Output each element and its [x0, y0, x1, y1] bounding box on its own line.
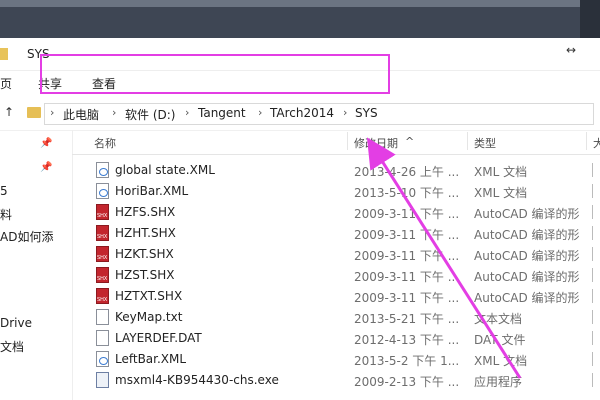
breadcrumb-this-pc[interactable]: 此电脑: [63, 106, 99, 123]
shx-file-icon: [96, 267, 109, 283]
file-row[interactable]: HZHT.SHX 2009-3-11 下午 ... AutoCAD 编译的形: [0, 223, 600, 244]
xml-file-icon: [96, 183, 109, 199]
file-size-cell: [592, 331, 599, 345]
desktop-strip: [0, 0, 600, 7]
shx-file-icon: [96, 225, 109, 241]
address-highlight-box: [40, 54, 390, 94]
file-date: 2009-3-11 下午 ...: [354, 270, 460, 284]
file-type: DAT 文件: [474, 333, 526, 347]
desktop-edge: [580, 0, 600, 38]
tab-home-partial[interactable]: 页: [0, 75, 12, 92]
file-size-cell: [592, 247, 599, 261]
breadcrumb-chevron-icon[interactable]: ›: [50, 106, 54, 119]
file-size-cell: [592, 352, 599, 366]
folder-app-icon: [0, 48, 8, 60]
file-row[interactable]: LeftBar.XML 2013-5-2 下午 1... XML 文档: [0, 349, 600, 370]
file-type: 文本文档: [474, 312, 523, 326]
breadcrumb-chevron-icon[interactable]: ›: [343, 106, 347, 119]
file-row[interactable]: HoriBar.XML 2013-5-10 下午 ... XML 文档: [0, 181, 600, 202]
file-row[interactable]: HZTXT.SHX 2009-3-11 下午 ... AutoCAD 编译的形: [0, 286, 600, 307]
file-size-cell: [592, 184, 599, 198]
file-date: 2013-5-2 下午 1...: [354, 354, 460, 368]
file-row[interactable]: msxml4-KB954430-chs.exe 2009-2-13 下午 ... 应…: [0, 370, 600, 391]
file-row[interactable]: KeyMap.txt 2013-5-21 下午 ... 文本文档: [0, 307, 600, 328]
file-date: 2009-3-11 下午 ...: [354, 228, 460, 242]
breadcrumb-chevron-icon[interactable]: ›: [185, 106, 189, 119]
file-size-cell: [592, 289, 599, 303]
file-name: HZST.SHX: [115, 268, 175, 282]
file-date: 2013-5-10 下午 ...: [354, 186, 460, 200]
file-name: global state.XML: [115, 163, 215, 177]
file-size-cell: [592, 205, 599, 219]
file-size-cell: [592, 310, 599, 324]
file-name: HZKT.SHX: [115, 247, 174, 261]
column-header-row: 名称 ^ 修改日期 类型 大: [72, 130, 600, 155]
breadcrumb-tarch2014[interactable]: TArch2014: [270, 106, 334, 120]
file-date: 2012-4-13 下午 ...: [354, 333, 460, 347]
address-row: ↑ › 此电脑 › 软件 (D:) › Tangent › TArch2014 …: [0, 96, 600, 131]
file-type: XML 文档: [474, 165, 528, 179]
breadcrumb-chevron-icon[interactable]: ›: [112, 106, 116, 119]
file-date: 2013-5-21 下午 ...: [354, 312, 460, 326]
breadcrumb-tangent[interactable]: Tangent: [198, 106, 246, 120]
file-name: HZHT.SHX: [115, 226, 176, 240]
column-header-type[interactable]: 类型: [474, 135, 496, 151]
file-size-cell: [592, 226, 599, 240]
file-row[interactable]: LAYERDEF.DAT 2012-4-13 下午 ... DAT 文件: [0, 328, 600, 349]
file-name: LAYERDEF.DAT: [115, 331, 202, 345]
file-row[interactable]: HZFS.SHX 2009-3-11 下午 ... AutoCAD 编译的形: [0, 202, 600, 223]
file-date: 2009-3-11 下午 ...: [354, 207, 460, 221]
column-header-name[interactable]: 名称: [94, 135, 116, 151]
breadcrumb-drive-d[interactable]: 软件 (D:): [125, 106, 175, 123]
file-name: HZFS.SHX: [115, 205, 176, 219]
resize-arrows-icon[interactable]: ↔: [566, 43, 576, 57]
file-name: LeftBar.XML: [115, 352, 187, 366]
up-arrow-icon[interactable]: ↑: [4, 105, 14, 119]
shx-file-icon: [96, 288, 109, 304]
column-header-date[interactable]: 修改日期: [354, 135, 398, 151]
file-type: XML 文档: [474, 186, 528, 200]
file-date: 2009-3-11 下午 ...: [354, 291, 460, 305]
breadcrumb-sys[interactable]: SYS: [355, 106, 378, 120]
sort-up-icon: ^: [405, 135, 415, 148]
file-date: 2009-3-11 下午 ...: [354, 249, 460, 263]
file-size-cell: [592, 373, 599, 387]
file-size-cell: [592, 268, 599, 282]
column-header-size[interactable]: 大: [593, 135, 600, 151]
file-type: AutoCAD 编译的形: [474, 270, 580, 284]
file-name: KeyMap.txt: [115, 310, 183, 324]
breadcrumb-chevron-icon[interactable]: ›: [258, 106, 262, 119]
file-type: AutoCAD 编译的形: [474, 249, 580, 263]
file-type: AutoCAD 编译的形: [474, 228, 580, 242]
shx-file-icon: [96, 246, 109, 262]
folder-icon: [27, 107, 41, 118]
file-type: 应用程序: [474, 375, 523, 389]
file-name: msxml4-KB954430-chs.exe: [115, 373, 279, 387]
file-type: AutoCAD 编译的形: [474, 207, 580, 221]
file-type: AutoCAD 编译的形: [474, 291, 580, 305]
file-row[interactable]: global state.XML 2013-4-26 上午 ... XML 文档: [0, 160, 600, 181]
column-divider[interactable]: [347, 132, 348, 150]
xml-file-icon: [96, 162, 109, 178]
file-name: HZTXT.SHX: [115, 289, 183, 303]
shx-file-icon: [96, 204, 109, 220]
exe-file-icon: [96, 372, 109, 388]
column-divider[interactable]: [467, 132, 468, 150]
file-row[interactable]: HZKT.SHX 2009-3-11 下午 ... AutoCAD 编译的形: [0, 244, 600, 265]
file-row[interactable]: HZST.SHX 2009-3-11 下午 ... AutoCAD 编译的形: [0, 265, 600, 286]
xml-file-icon: [96, 351, 109, 367]
dat-file-icon: [96, 330, 109, 346]
txt-file-icon: [96, 309, 109, 325]
column-divider[interactable]: [586, 132, 587, 150]
file-date: 2009-2-13 下午 ...: [354, 375, 460, 389]
file-size-cell: [592, 163, 599, 177]
pin-icon[interactable]: 📌: [40, 138, 52, 149]
file-type: XML 文档: [474, 354, 528, 368]
file-name: HoriBar.XML: [115, 184, 189, 198]
file-date: 2013-4-26 上午 ...: [354, 165, 460, 179]
